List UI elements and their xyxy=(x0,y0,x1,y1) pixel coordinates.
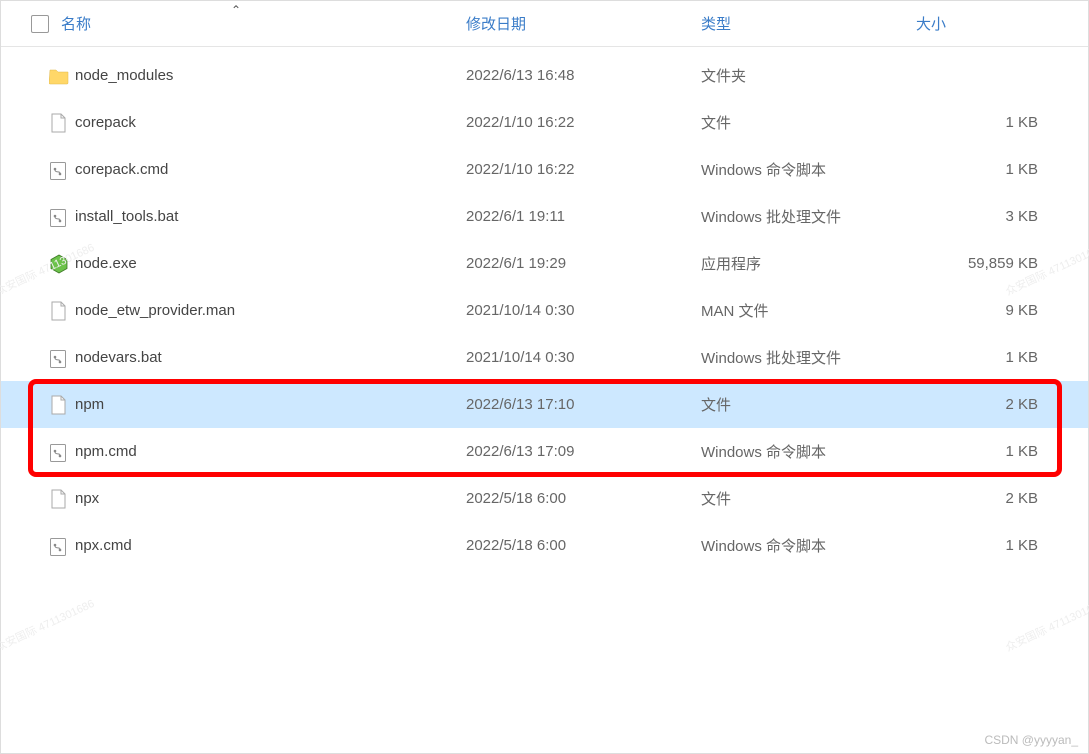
file-type-cell: Windows 命令脚本 xyxy=(701,159,916,180)
file-date-cell: 2022/6/13 17:09 xyxy=(466,443,701,460)
file-row[interactable]: install_tools.bat 2022/6/1 19:11Windows 批… xyxy=(1,193,1088,240)
file-size-cell: 1 KB xyxy=(916,161,1088,178)
file-name-label: npx.cmd xyxy=(75,537,132,554)
file-row[interactable]: corepack.cmd 2022/1/10 16:22Windows 命令脚本1… xyxy=(1,146,1088,193)
file-name-label: corepack.cmd xyxy=(75,161,168,178)
file-name-cell: install_tools.bat xyxy=(49,206,466,228)
file-name-label: install_tools.bat xyxy=(75,208,178,225)
file-icon xyxy=(49,394,69,416)
file-date-cell: 2022/6/1 19:11 xyxy=(466,208,701,225)
file-type-cell: 文件 xyxy=(701,394,916,415)
header-type-column[interactable]: 类型 xyxy=(701,13,916,34)
file-name-cell: node_modules xyxy=(49,65,466,87)
header-name-label: 名称 xyxy=(61,13,91,34)
file-date-cell: 2022/5/18 6:00 xyxy=(466,490,701,507)
file-name-cell: nodevars.bat xyxy=(49,347,466,369)
file-size-cell: 3 KB xyxy=(916,208,1088,225)
file-row[interactable]: npx.cmd 2022/5/18 6:00Windows 命令脚本1 KB xyxy=(1,522,1088,569)
file-icon xyxy=(49,300,69,322)
file-type-cell: Windows 批处理文件 xyxy=(701,206,916,227)
file-row[interactable]: node_modules 2022/6/13 16:48文件夹 xyxy=(1,52,1088,99)
file-row[interactable]: npm 2022/6/13 17:10文件2 KB xyxy=(1,381,1088,428)
file-date-cell: 2022/1/10 16:22 xyxy=(466,114,701,131)
file-name-cell: node.exe xyxy=(49,253,466,275)
file-name-label: nodevars.bat xyxy=(75,349,162,366)
file-size-cell: 1 KB xyxy=(916,349,1088,366)
file-name-label: npm xyxy=(75,396,104,413)
file-name-cell: corepack.cmd xyxy=(49,159,466,181)
header-name-column[interactable]: 名称 xyxy=(31,13,466,34)
file-icon xyxy=(49,112,69,134)
sort-indicator-icon: ⌃ xyxy=(231,3,241,17)
file-type-cell: Windows 命令脚本 xyxy=(701,535,916,556)
file-row[interactable]: npm.cmd 2022/6/13 17:09Windows 命令脚本1 KB xyxy=(1,428,1088,475)
file-size-cell: 9 KB xyxy=(916,302,1088,319)
file-name-cell: npm.cmd xyxy=(49,441,466,463)
watermark: 众安国际 4711301686 xyxy=(0,595,97,655)
watermark: 众安国际 4711301686 xyxy=(1002,595,1089,655)
file-date-cell: 2022/5/18 6:00 xyxy=(466,537,701,554)
file-name-label: node.exe xyxy=(75,255,137,272)
file-row[interactable]: node_etw_provider.man 2021/10/14 0:30MAN … xyxy=(1,287,1088,334)
select-all-checkbox[interactable] xyxy=(31,15,49,33)
file-date-cell: 2021/10/14 0:30 xyxy=(466,349,701,366)
cmd-icon xyxy=(49,347,69,369)
file-name-label: npx xyxy=(75,490,99,507)
file-type-cell: MAN 文件 xyxy=(701,300,916,321)
cmd-icon xyxy=(49,441,69,463)
file-date-cell: 2022/6/13 16:48 xyxy=(466,67,701,84)
file-type-cell: Windows 命令脚本 xyxy=(701,441,916,462)
file-type-cell: Windows 批处理文件 xyxy=(701,347,916,368)
file-size-cell: 2 KB xyxy=(916,490,1088,507)
cmd-icon xyxy=(49,206,69,228)
node-icon xyxy=(49,253,69,275)
file-type-cell: 文件 xyxy=(701,488,916,509)
file-name-label: corepack xyxy=(75,114,136,131)
file-list: node_modules 2022/6/13 16:48文件夹 corepack 20… xyxy=(1,47,1088,569)
file-name-label: node_modules xyxy=(75,67,173,84)
header-size-column[interactable]: 大小 xyxy=(916,13,1088,34)
file-type-cell: 文件 xyxy=(701,112,916,133)
file-date-cell: 2021/10/14 0:30 xyxy=(466,302,701,319)
file-icon xyxy=(49,488,69,510)
file-name-cell: node_etw_provider.man xyxy=(49,300,466,322)
file-name-label: node_etw_provider.man xyxy=(75,302,235,319)
file-name-cell: npx xyxy=(49,488,466,510)
file-size-cell: 2 KB xyxy=(916,396,1088,413)
cmd-icon xyxy=(49,159,69,181)
folder-icon xyxy=(49,65,69,87)
file-date-cell: 2022/1/10 16:22 xyxy=(466,161,701,178)
file-date-cell: 2022/6/13 17:10 xyxy=(466,396,701,413)
file-name-cell: corepack xyxy=(49,112,466,134)
file-row[interactable]: corepack 2022/1/10 16:22文件1 KB xyxy=(1,99,1088,146)
file-size-cell: 1 KB xyxy=(916,537,1088,554)
file-row[interactable]: node.exe 2022/6/1 19:29应用程序59,859 KB xyxy=(1,240,1088,287)
file-row[interactable]: nodevars.bat 2021/10/14 0:30Windows 批处理文件… xyxy=(1,334,1088,381)
file-type-cell: 应用程序 xyxy=(701,253,916,274)
file-size-cell: 59,859 KB xyxy=(916,255,1088,272)
file-name-label: npm.cmd xyxy=(75,443,137,460)
header-date-column[interactable]: 修改日期 xyxy=(466,13,701,34)
cmd-icon xyxy=(49,535,69,557)
file-type-cell: 文件夹 xyxy=(701,65,916,86)
file-size-cell: 1 KB xyxy=(916,114,1088,131)
file-date-cell: 2022/6/1 19:29 xyxy=(466,255,701,272)
file-name-cell: npm xyxy=(49,394,466,416)
file-size-cell: 1 KB xyxy=(916,443,1088,460)
credit-label: CSDN @yyyyan_ xyxy=(984,733,1078,747)
file-row[interactable]: npx 2022/5/18 6:00文件2 KB xyxy=(1,475,1088,522)
table-header: ⌃ 名称 修改日期 类型 大小 xyxy=(1,1,1088,47)
file-name-cell: npx.cmd xyxy=(49,535,466,557)
